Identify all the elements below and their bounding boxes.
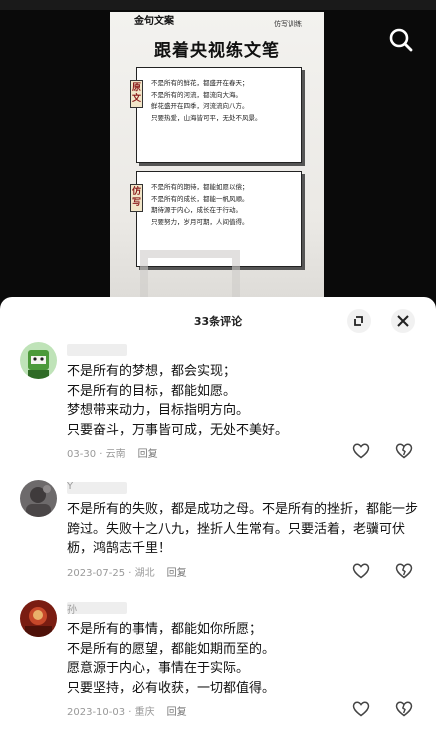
original-label: 原文 [130, 80, 143, 108]
avatar[interactable] [20, 600, 57, 637]
poster-brand: 金句文案 [134, 16, 174, 27]
original-line: 不是所有的河流，都流向大海。 [151, 90, 242, 99]
username[interactable]: Y [67, 481, 127, 494]
heart-icon[interactable] [352, 562, 370, 580]
original-text-box: 不是所有的鲜花，都盛开在春天； 不是所有的河流，都流向大海。 鲜花盛开在四季，河… [136, 67, 302, 163]
comment-meta: 2023-07-25 · 湖北 回复 [67, 568, 187, 579]
imitation-line: 只要努力，岁月可期，人间值得。 [151, 217, 249, 226]
reply-button[interactable]: 回复 [167, 707, 187, 718]
close-button[interactable] [391, 309, 415, 333]
comment-line: 只要奋斗，万事皆可成，无处不美好。 [67, 422, 289, 438]
comment-location: 湖北 [134, 568, 155, 579]
imitation-line: 不是所有的期待，都能如愿以偿； [151, 183, 249, 191]
close-icon [397, 315, 409, 327]
video-player[interactable]: 金句文案 仿写训练 跟着央视练文笔 不是所有的鲜花，都盛开在春天； 不是所有的河… [0, 0, 436, 310]
comment-line: 不是所有的梦想，都会实现； [67, 364, 237, 379]
avatar[interactable] [20, 342, 57, 379]
video-poster: 金句文案 仿写训练 跟着央视练文笔 不是所有的鲜花，都盛开在春天； 不是所有的河… [110, 12, 324, 310]
comment-location: 重庆 [134, 707, 155, 718]
search-icon[interactable] [388, 27, 414, 53]
comment-date: 2023-10-03 [67, 707, 126, 718]
comment-text: 不是所有的梦想，都会实现； 不是所有的目标，都能如愿。 梦想带来动力，目标指明方… [67, 362, 417, 440]
poster-tag: 仿写训练 [274, 20, 302, 28]
comment-line: 只要坚持，必有收获，一切都值得。 [67, 680, 276, 696]
comment-meta: 2023-10-03 · 重庆 回复 [67, 707, 187, 718]
comment-meta: 03-30 · 云南 回复 [67, 449, 158, 460]
comment-line: 梦想带来动力，目标指明方向。 [67, 403, 250, 418]
imitation-line: 期待源于内心，成长在于行动。 [151, 206, 242, 214]
reply-button[interactable]: 回复 [167, 568, 187, 579]
comment-date: 03-30 [67, 449, 97, 460]
comment-text: 不是所有的失败，都是成功之母。不是所有的挫折，都能一步跨过。失败十之八九，挫折人… [67, 502, 419, 556]
imitation-line: 不是所有的成长，都能一帆风顺。 [151, 194, 249, 203]
broken-heart-icon[interactable] [395, 442, 413, 460]
comment-text: 不是所有的事情，都能如你所愿； 不是所有的愿望，都能如期而至的。 愿意源于内心，… [67, 620, 417, 698]
heart-icon[interactable] [352, 442, 370, 460]
original-line: 只要热爱，山海皆可平，无处不风景。 [151, 113, 262, 122]
comment-location: 云南 [105, 449, 126, 460]
poster-title: 跟着央视练文笔 [154, 41, 280, 61]
expand-button[interactable] [347, 309, 371, 333]
heart-icon[interactable] [352, 700, 370, 718]
imitation-label: 仿写 [130, 184, 143, 212]
original-line: 不是所有的鲜花，都盛开在春天； [151, 79, 249, 87]
comment-line: 愿意源于内心，事情在于实际。 [67, 661, 250, 676]
comment-date: 2023-07-25 [67, 568, 126, 579]
broken-heart-icon[interactable] [395, 700, 413, 718]
screen: 金句文案 仿写训练 跟着央视练文笔 不是所有的鲜花，都盛开在春天； 不是所有的河… [0, 0, 436, 739]
avatar[interactable] [20, 480, 57, 517]
reply-button[interactable]: 回复 [138, 449, 158, 460]
broken-heart-icon[interactable] [395, 562, 413, 580]
expand-icon [354, 316, 363, 326]
comment-line: 不是所有的愿望，都能如期而至的。 [67, 641, 276, 657]
comment-line: 不是所有的事情，都能如你所愿； [67, 622, 263, 637]
comment-line: 不是所有的目标，都能如愿。 [67, 383, 237, 399]
username[interactable] [67, 344, 127, 356]
status-strip [0, 0, 436, 10]
comments-sheet: 33条评论 不是所有的梦想，都会实现； 不是所有的目标，都能如愿。 梦想带来动力… [0, 297, 436, 739]
original-line: 鲜花盛开在四季，河流流向八方。 [151, 102, 249, 110]
username[interactable]: 孙 [67, 602, 127, 616]
